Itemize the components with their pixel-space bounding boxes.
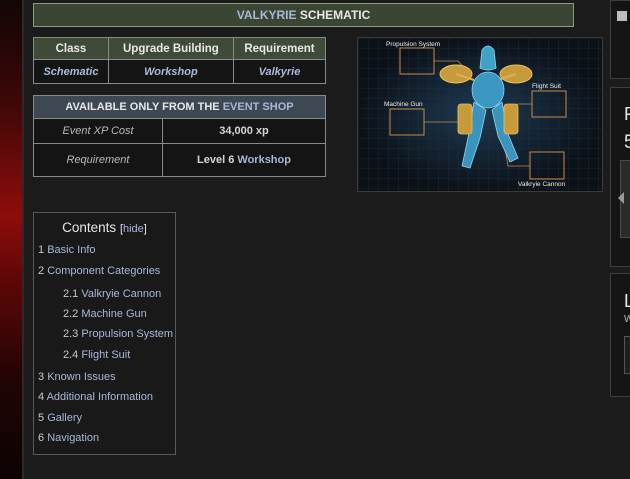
- right-panel-middle-number: 5: [624, 132, 630, 153]
- background-art-edge: [0, 0, 24, 479]
- toc-hide-link[interactable]: hide: [123, 223, 144, 235]
- upgrade-building-header: Upgrade Building: [107, 37, 234, 60]
- requirement-workshop-link[interactable]: Workshop: [237, 154, 291, 166]
- toc-item-valkryie-cannon[interactable]: 2.1 Valkryie Cannon: [63, 288, 161, 300]
- event-shop-header-prefix: AVAILABLE ONLY FROM THE: [65, 101, 220, 113]
- requirement-header: Requirement: [232, 37, 327, 60]
- requirement-label: Requirement: [33, 143, 163, 177]
- class-header: Class: [33, 37, 109, 60]
- toc-item-gallery[interactable]: 5 Gallery: [38, 412, 82, 424]
- event-shop-link[interactable]: EVENT SHOP: [223, 101, 294, 113]
- valkyrie-link[interactable]: VALKYRIE: [237, 8, 297, 22]
- requirement-value: Level 6 Workshop: [162, 143, 326, 177]
- toc-item-flight-suit[interactable]: 2.4 Flight Suit: [63, 349, 130, 361]
- toc-item-basic-info[interactable]: 1 Basic Info: [38, 244, 96, 256]
- schematic-label-flight-suit: Flight Suit: [532, 83, 561, 90]
- toc-item-navigation[interactable]: 6 Navigation: [38, 432, 99, 444]
- right-panel-middle-char: F: [624, 104, 630, 124]
- right-panel-bottom: L W: [610, 273, 630, 397]
- schematic-label-propulsion: Propulsion System: [386, 41, 441, 48]
- requirement-valkyrie-link[interactable]: Valkyrie: [232, 59, 327, 84]
- toc-item-propulsion-system[interactable]: 2.3 Propulsion System: [63, 328, 173, 340]
- schematic-label-machine-gun: Machine Gun: [384, 101, 423, 108]
- class-value-link[interactable]: Schematic: [33, 59, 109, 84]
- schematic-info-table: Class Upgrade Building Requirement Schem…: [33, 37, 327, 84]
- valkyrie-schematic-image[interactable]: Propulsion System Flight Suit Machine Gu…: [357, 37, 603, 192]
- right-panel-top: [610, 0, 630, 79]
- event-xp-cost-value: 34,000 xp: [162, 118, 326, 144]
- right-panel-input[interactable]: [624, 336, 630, 374]
- slider-prev-arrow-icon[interactable]: [618, 192, 624, 204]
- title-suffix: SCHEMATIC: [299, 8, 371, 22]
- event-shop-header: AVAILABLE ONLY FROM THE EVENT SHOP: [33, 95, 326, 119]
- toc-title-text: Contents: [62, 220, 117, 235]
- event-shop-table: AVAILABLE ONLY FROM THE EVENT SHOP Event…: [33, 95, 326, 177]
- toc-title: Contents [hide]: [62, 220, 147, 235]
- schematic-drawing: [358, 38, 602, 191]
- table-of-contents: Contents [hide] 1 Basic Info 2 Component…: [33, 212, 176, 455]
- page-title: VALKYRIE SCHEMATIC: [33, 3, 574, 27]
- toc-item-machine-gun[interactable]: 2.2 Machine Gun: [63, 308, 147, 320]
- right-panel-middle: F 5: [610, 87, 630, 267]
- workshop-link[interactable]: Workshop: [107, 59, 234, 84]
- right-panel-icon: [617, 11, 627, 21]
- toc-item-additional-information[interactable]: 4 Additional Information: [38, 391, 153, 403]
- right-panel-bottom-sub: W: [624, 314, 630, 325]
- event-xp-cost-label: Event XP Cost: [33, 118, 163, 144]
- toc-item-component-categories[interactable]: 2 Component Categories: [38, 265, 160, 277]
- requirement-level: Level 6: [197, 154, 235, 166]
- toc-item-known-issues[interactable]: 3 Known Issues: [38, 371, 116, 383]
- schematic-label-valkryie-cannon: Valkryie Cannon: [518, 181, 566, 188]
- right-panel-bottom-char: L: [624, 291, 630, 311]
